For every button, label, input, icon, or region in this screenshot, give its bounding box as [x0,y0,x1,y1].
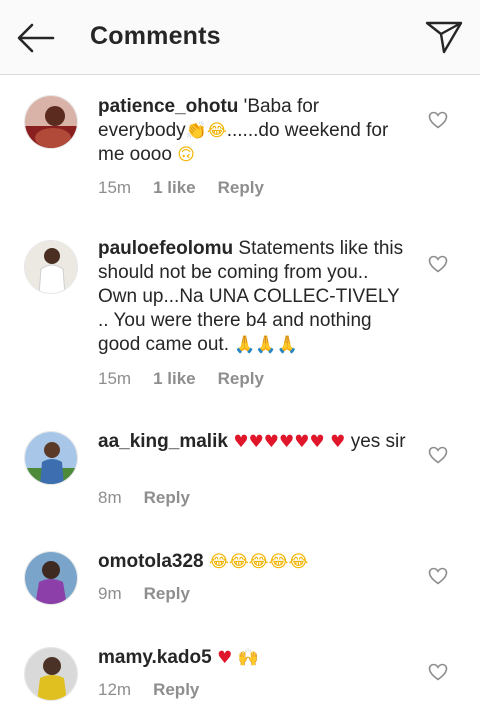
reply-button[interactable]: Reply [218,178,264,197]
comment-text: mamy.kado5 ♥ 🙌 [98,646,408,670]
avatar[interactable] [24,240,78,294]
raising-hands-emoji: 🙌 [237,648,259,668]
like-heart-icon[interactable] [428,111,448,129]
send-direct-icon[interactable] [424,18,464,56]
comment-time: 15m [98,178,132,197]
comment-meta: 15m 1 like Reply [98,369,286,389]
like-heart-icon[interactable] [428,567,448,585]
reply-button[interactable]: Reply [218,369,264,388]
top-bar: Comments [0,0,480,75]
reply-button[interactable]: Reply [144,488,190,507]
comment-meta: 12m Reply [98,680,221,700]
reply-button[interactable]: Reply [144,584,190,603]
upside-down-face-emoji: 🙃 [177,145,195,165]
comment-text: pauloefeolomu Statements like this shoul… [98,237,408,357]
comment-item: pauloefeolomu Statements like this shoul… [0,235,480,395]
comment-likes[interactable]: 1 like [153,369,196,388]
like-heart-icon[interactable] [428,663,448,681]
clap-laugh-emoji: 👏😂 [185,121,227,141]
avatar[interactable] [24,647,78,701]
like-heart-icon[interactable] [428,446,448,464]
comment-username[interactable]: mamy.kado5 [98,647,212,668]
avatar[interactable] [24,431,78,485]
reply-button[interactable]: Reply [153,680,199,699]
comment-time: 9m [98,584,122,603]
back-arrow-icon[interactable] [16,19,56,57]
comment-item: aa_king_malik ♥♥♥♥♥♥ ♥ yes sir 8m Reply [0,428,480,518]
comment-text: patience_ohotu 'Baba for everybody👏😂....… [98,95,408,167]
comment-username[interactable]: aa_king_malik [98,431,228,452]
comment-item: omotola328 😂😂😂😂😂 9m Reply [0,548,480,618]
comment-time: 8m [98,488,122,507]
comment-text: aa_king_malik ♥♥♥♥♥♥ ♥ yes sir [98,430,408,454]
comment-item: mamy.kado5 ♥ 🙌 12m Reply [0,644,480,715]
comment-time: 12m [98,680,132,699]
comment-body: yes sir [345,431,406,452]
comment-item: patience_ohotu 'Baba for everybody👏😂....… [0,90,480,220]
avatar[interactable] [24,551,78,605]
page-title: Comments [90,22,221,50]
avatar[interactable] [24,95,78,149]
comment-username[interactable]: omotola328 [98,551,204,572]
comment-time: 15m [98,369,132,388]
like-heart-icon[interactable] [428,255,448,273]
comment-text: omotola328 😂😂😂😂😂 [98,550,408,574]
comment-username[interactable]: pauloefeolomu [98,238,233,259]
laughing-tears-emoji: 😂😂😂😂😂 [203,552,309,572]
comment-username[interactable]: patience_ohotu [98,96,238,117]
comment-meta: 9m Reply [98,584,212,604]
comment-meta: 8m Reply [98,488,212,508]
red-heart-emoji: ♥♥♥♥♥♥ ♥ [227,432,346,452]
red-heart-emoji: ♥ [211,648,233,668]
folded-hands-emoji: 🙏🙏🙏 [234,335,298,355]
comment-meta: 15m 1 like Reply [98,178,286,198]
comment-likes[interactable]: 1 like [153,178,196,197]
